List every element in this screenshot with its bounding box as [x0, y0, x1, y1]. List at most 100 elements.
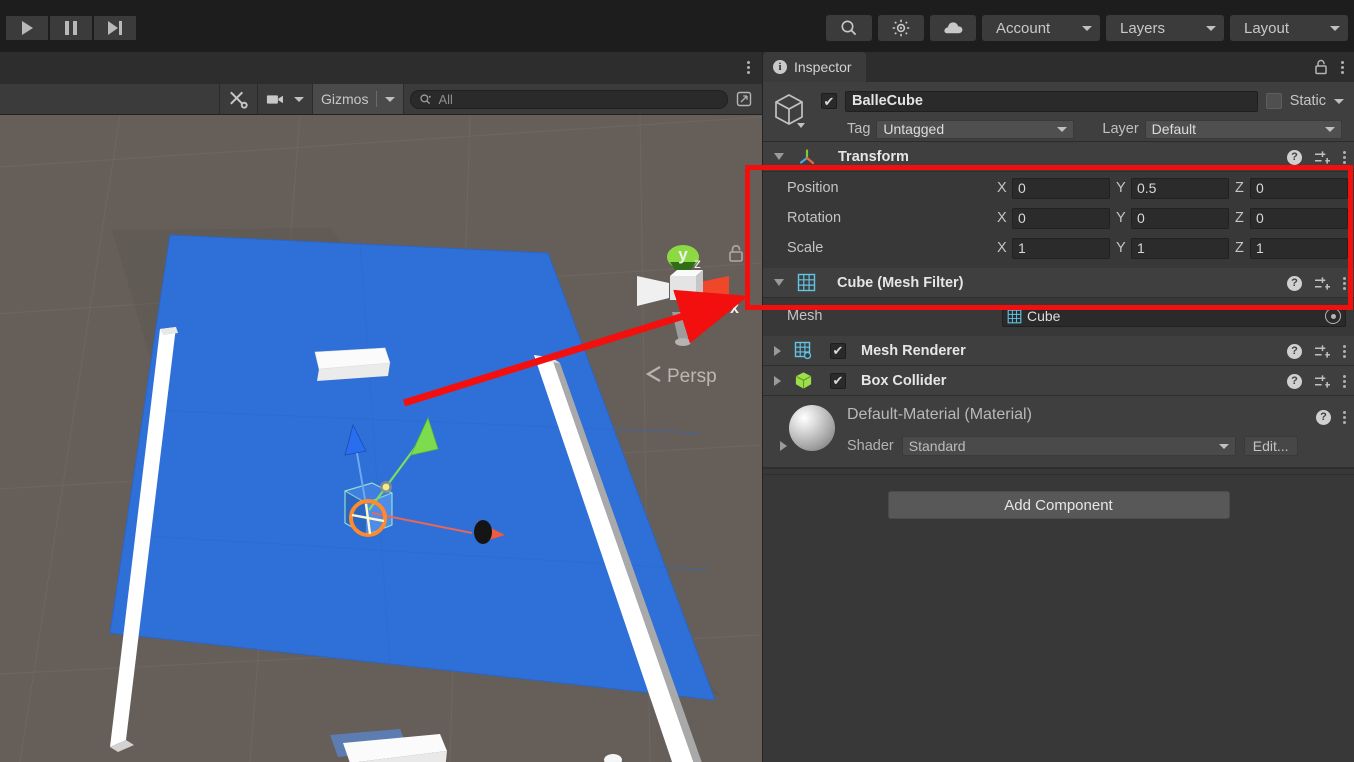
position-y-input[interactable]: 0.5: [1131, 177, 1229, 199]
inspector-divider: [763, 468, 1354, 475]
object-picker-icon[interactable]: [1325, 308, 1341, 324]
scale-label: Scale: [787, 240, 824, 256]
scale-y-axis: Y 1: [1116, 237, 1229, 259]
layers-dropdown[interactable]: Layers: [1106, 15, 1224, 41]
preset-icon[interactable]: [1314, 344, 1331, 359]
transform-foldout-icon[interactable]: [774, 153, 784, 160]
mesh-renderer-kebab-icon[interactable]: [1343, 344, 1346, 358]
rotation-x-axis: X 0: [997, 207, 1110, 229]
gameobject-enabled-checkbox[interactable]: ✔: [821, 93, 837, 109]
add-component-wrap: Add Component: [763, 475, 1354, 519]
rotation-y-axis: Y 0: [1116, 207, 1229, 229]
scene-kebab-icon[interactable]: [747, 61, 750, 74]
box-collider-kebab-icon[interactable]: [1343, 374, 1346, 388]
material-kebab-icon[interactable]: [1343, 410, 1346, 424]
layer-dropdown[interactable]: Default: [1144, 119, 1342, 139]
box-collider-foldout-icon[interactable]: [774, 375, 781, 386]
mesh-label: Mesh: [787, 308, 823, 324]
static-checkbox[interactable]: [1265, 93, 1282, 109]
tag-value: Untagged: [883, 121, 945, 137]
lighting-icon: [892, 19, 910, 37]
chevron-down-icon: [1057, 126, 1068, 132]
tag-dropdown[interactable]: Untagged: [876, 119, 1075, 139]
check-icon: ✔: [823, 93, 835, 109]
scene-camera-button[interactable]: [258, 84, 313, 114]
material-foldout-icon[interactable]: [780, 441, 787, 451]
scale-x-input[interactable]: 1: [1012, 237, 1110, 259]
help-icon[interactable]: ?: [1287, 373, 1302, 389]
mesh-filter-body: Mesh Cube: [763, 298, 1354, 336]
box-collider-enabled-checkbox[interactable]: ✔: [830, 372, 846, 389]
axis-x-label: X: [997, 210, 1007, 226]
inspector-kebab-icon[interactable]: [1341, 61, 1344, 74]
help-icon[interactable]: ?: [1287, 275, 1302, 291]
component-box-collider[interactable]: ✔ Box Collider ?: [763, 366, 1354, 396]
help-icon[interactable]: ?: [1287, 149, 1302, 165]
scene-view-panel: Gizmos All y z x Persp: [0, 52, 762, 762]
playback-controls: [6, 16, 136, 40]
account-dropdown[interactable]: Account: [982, 15, 1100, 41]
mesh-filter-foldout-icon[interactable]: [774, 279, 784, 286]
rotation-x-input[interactable]: 0: [1012, 207, 1110, 229]
material-shader-row: Shader Standard Edit...: [847, 436, 1327, 456]
scene-search-input[interactable]: All: [410, 89, 728, 109]
transform-header[interactable]: Transform ?: [763, 142, 1354, 172]
position-label: Position: [787, 180, 839, 196]
shader-value: Standard: [908, 438, 966, 454]
scene-viewport[interactable]: y z x Persp: [0, 115, 762, 762]
layer-value: Default: [1151, 121, 1197, 137]
help-icon[interactable]: ?: [1287, 343, 1302, 359]
lock-icon[interactable]: [1314, 59, 1329, 76]
rotation-z-input[interactable]: 0: [1250, 207, 1348, 229]
axis-z-label: Z: [1235, 180, 1244, 196]
gizmos-toggle[interactable]: Gizmos: [313, 84, 405, 114]
scale-y-input[interactable]: 1: [1131, 237, 1229, 259]
scene-tools-button[interactable]: [220, 84, 258, 114]
preset-icon[interactable]: [1314, 276, 1331, 291]
mesh-value: Cube: [1027, 308, 1061, 324]
preset-icon[interactable]: [1314, 150, 1331, 165]
tag-layer-row: Tag Untagged Layer Default: [821, 118, 1344, 140]
mesh-renderer-foldout-icon[interactable]: [774, 345, 781, 356]
search-icon: [841, 20, 857, 36]
tab-inspector[interactable]: i Inspector: [763, 52, 866, 82]
check-icon: ✔: [832, 373, 844, 388]
component-mesh-renderer[interactable]: ✔ Mesh Renderer ?: [763, 336, 1354, 366]
axis-z-label: Z: [1235, 210, 1244, 226]
toolbar-right-controls: Account Layers Layout: [826, 15, 1348, 41]
mesh-filter-header[interactable]: Cube (Mesh Filter) ?: [763, 268, 1354, 298]
static-dropdown-icon[interactable]: [1334, 98, 1344, 104]
transform-rotation-row: Rotation X 0 Y 0 Z 0: [763, 206, 1354, 230]
axis-y-label: Y: [1116, 180, 1126, 196]
pause-button[interactable]: [50, 16, 92, 40]
mesh-renderer-enabled-checkbox[interactable]: ✔: [830, 342, 846, 359]
play-button[interactable]: [6, 16, 48, 40]
gameobject-header: ✔ BalleCube Static Tag Untagged Layer De…: [763, 82, 1354, 142]
step-button[interactable]: [94, 16, 136, 40]
shader-edit-button[interactable]: Edit...: [1243, 436, 1298, 456]
scene-search-wrap: All: [404, 84, 762, 114]
maximize-icon: [736, 91, 752, 107]
mesh-filter-kebab-icon[interactable]: [1343, 276, 1346, 290]
chevron-down-icon: [385, 96, 396, 102]
shader-dropdown[interactable]: Standard: [901, 436, 1236, 456]
preset-icon[interactable]: [1314, 374, 1331, 389]
scene-maximize-button[interactable]: [732, 88, 756, 110]
lighting-button[interactable]: [878, 15, 924, 41]
position-x-axis: X 0: [997, 177, 1110, 199]
chevron-down-icon: [1330, 25, 1340, 31]
rotation-y-input[interactable]: 0: [1131, 207, 1229, 229]
position-x-input[interactable]: 0: [1012, 177, 1110, 199]
transform-kebab-icon[interactable]: [1343, 150, 1346, 164]
position-z-input[interactable]: 0: [1250, 177, 1348, 199]
cloud-button[interactable]: [930, 15, 976, 41]
search-button[interactable]: [826, 15, 872, 41]
gameobject-name-input[interactable]: BalleCube: [845, 90, 1258, 112]
add-component-button[interactable]: Add Component: [887, 491, 1230, 519]
scale-z-input[interactable]: 1: [1250, 237, 1348, 259]
help-icon[interactable]: ?: [1316, 409, 1331, 425]
mesh-renderer-header-icons: ?: [1287, 336, 1346, 366]
layout-dropdown[interactable]: Layout: [1230, 15, 1348, 41]
mesh-object-field[interactable]: Cube: [1002, 305, 1346, 327]
mesh-renderer-icon: [794, 341, 812, 360]
